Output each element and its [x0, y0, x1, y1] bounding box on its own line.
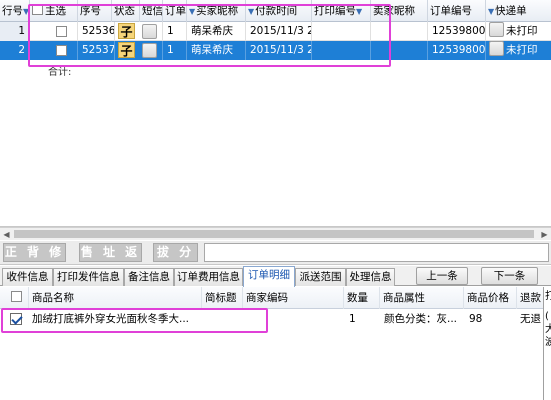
highlight-box-product — [1, 308, 268, 333]
row-number: 2 — [0, 41, 30, 60]
order-grid: 行号▼ 主选 序号 状态 短信 订单 ▼买家昵称 ▼付款时间 打印编号▼ 卖家昵… — [0, 0, 551, 227]
col-header-short-title[interactable]: 简标题 — [202, 287, 243, 309]
tab-print-sender-info[interactable]: 打印发件信息 — [53, 268, 124, 286]
express-cell[interactable]: 未打印 — [487, 41, 551, 60]
filter-icon[interactable]: ▼ — [488, 1, 494, 22]
scrollbar-thumb[interactable] — [14, 230, 534, 238]
prev-record-button[interactable]: 上一条 — [416, 267, 468, 285]
detail-grid-header: 商品名称 简标题 商家编码 数量 商品属性 商品价格 退款 — [0, 287, 543, 309]
col-header-product-name[interactable]: 商品名称 — [29, 287, 202, 309]
tab-processing-info[interactable]: 处理信息 — [346, 268, 395, 286]
divider — [427, 41, 428, 60]
toolbar-button-3[interactable]: 拔 分 — [153, 243, 198, 262]
divider — [485, 22, 486, 41]
order-no-cell: 125398004 — [432, 44, 486, 56]
horizontal-scrollbar[interactable]: ◀ ▶ — [0, 227, 551, 240]
col-header-row-no[interactable]: 行号▼ — [0, 0, 30, 22]
scroll-right-icon[interactable]: ▶ — [538, 228, 551, 241]
order-no-cell: 125398004 — [432, 25, 486, 37]
tab-order-detail[interactable]: 订单明细 — [243, 266, 295, 287]
side-panel: 打 ( 大 波 — [543, 287, 551, 400]
divider — [485, 41, 486, 60]
order-detail-grid: 商品名称 简标题 商家编码 数量 商品属性 商品价格 退款 加绒打底裤外穿女光面… — [0, 287, 543, 400]
side-panel-text: 大 — [545, 324, 551, 336]
refund-cell: 无退 — [520, 313, 541, 325]
col-header-merchant-code[interactable]: 商家编码 — [243, 287, 344, 309]
tab-recipient-info[interactable]: 收件信息 — [2, 268, 53, 286]
qty-cell: 1 — [349, 313, 356, 325]
col-header-refund[interactable]: 退款 — [517, 287, 543, 309]
select-all-checkbox[interactable] — [11, 291, 22, 302]
side-panel-text: ( — [545, 311, 549, 322]
col-header-order-no[interactable]: 订单编号 — [428, 0, 486, 22]
divider — [427, 22, 428, 41]
toolbar-button-1[interactable]: 正 背 修 — [3, 243, 66, 262]
next-record-button[interactable]: 下一条 — [481, 267, 538, 285]
toolbar-button-2[interactable]: 售 址 返 — [79, 243, 142, 262]
tab-order-fee-info[interactable]: 订单费用信息 — [174, 268, 243, 286]
col-header-qty[interactable]: 数量 — [344, 287, 380, 309]
toolbar-input[interactable] — [204, 243, 549, 262]
print-express-button[interactable] — [489, 22, 504, 37]
scroll-left-icon[interactable]: ◀ — [0, 228, 13, 241]
tab-remark-info[interactable]: 备注信息 — [124, 268, 174, 286]
attr-cell: 颜色分类：灰... — [384, 313, 458, 325]
col-header-attr[interactable]: 商品属性 — [380, 287, 464, 309]
express-cell[interactable]: 未打印 — [487, 22, 551, 41]
detail-select-all-cell[interactable] — [0, 287, 29, 309]
print-express-button[interactable] — [489, 41, 504, 56]
detail-tabs: 收件信息 打印发件信息 备注信息 订单费用信息 订单明细 派送范围 处理信息 上… — [0, 266, 551, 287]
col-header-express[interactable]: ▼快递单 — [486, 0, 551, 22]
price-cell: 98 — [469, 313, 483, 325]
tab-delivery-range[interactable]: 派送范围 — [295, 268, 346, 286]
row-number: 1 — [0, 22, 30, 41]
side-panel-text: 波 — [545, 337, 551, 349]
highlight-box-rows — [28, 4, 391, 67]
side-panel-text: 打 — [545, 291, 551, 303]
action-toolbar: 正 背 修 售 址 返 拔 分 — [0, 241, 551, 265]
col-header-price[interactable]: 商品价格 — [464, 287, 517, 309]
